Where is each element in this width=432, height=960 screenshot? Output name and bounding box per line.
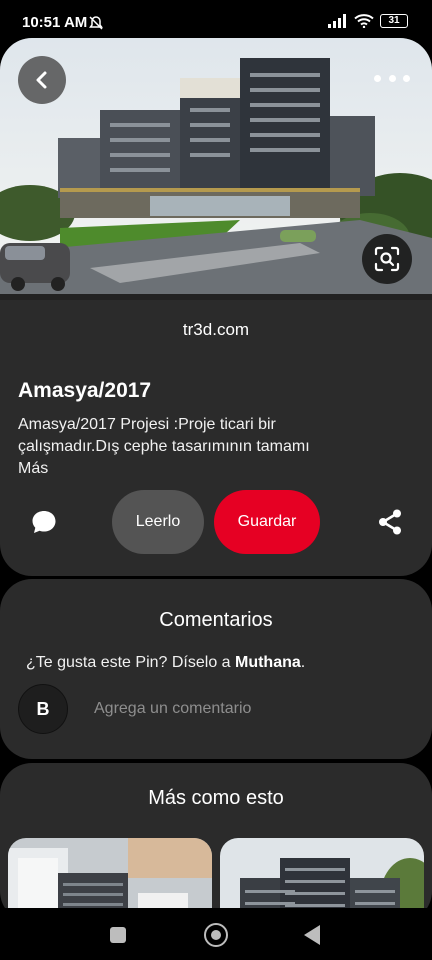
comments-title: Comentarios — [159, 609, 273, 631]
home-icon[interactable] — [204, 923, 228, 947]
more-like-this-title: Más como esto — [148, 787, 284, 809]
chevron-left-icon — [36, 71, 47, 89]
back-button[interactable] — [18, 56, 66, 104]
back-triangle-icon[interactable] — [304, 925, 320, 945]
recents-icon[interactable] — [110, 927, 126, 943]
pin-title: Amasya/2017 — [18, 379, 152, 402]
more-options-icon — [374, 74, 381, 82]
pin-source-link[interactable]: tr3d.com — [0, 320, 432, 340]
status-time: 10:51 AM — [22, 14, 88, 31]
description-more-link[interactable]: Más — [18, 460, 48, 478]
user-avatar: B — [18, 684, 68, 734]
status-bar: 10:51 AM 31 — [0, 0, 432, 40]
more-options-button[interactable] — [374, 68, 410, 88]
visual-search-icon — [374, 246, 400, 272]
read-button[interactable]: Leerlo — [112, 490, 204, 554]
pin-description: Amasya/2017 Projesi :Proje ticari bir ça… — [18, 416, 310, 455]
system-nav-bar — [0, 908, 432, 960]
save-button[interactable]: Guardar — [214, 490, 320, 554]
visual-search-button[interactable] — [362, 234, 412, 284]
signal-icon — [328, 14, 346, 28]
comments-section: Comentarios ¿Te gusta este Pin? Díselo a… — [0, 579, 432, 759]
pin-author-name[interactable]: Muthana — [235, 654, 301, 671]
comment-bubble-icon[interactable] — [30, 508, 58, 536]
battery-indicator: 31 — [380, 14, 408, 28]
status-indicators: 31 — [328, 14, 408, 28]
more-like-this-section: Más como esto — [0, 763, 432, 923]
comments-prompt: ¿Te gusta este Pin? Díselo a Muthana. — [26, 654, 306, 671]
mute-icon — [89, 16, 103, 30]
wifi-icon — [354, 14, 374, 28]
pin-image[interactable] — [0, 38, 432, 300]
share-icon[interactable] — [376, 508, 404, 536]
comment-input[interactable]: Agrega un comentario — [94, 700, 251, 718]
pin-card: tr3d.com Amasya/2017 Amasya/2017 Projesi… — [0, 38, 432, 576]
